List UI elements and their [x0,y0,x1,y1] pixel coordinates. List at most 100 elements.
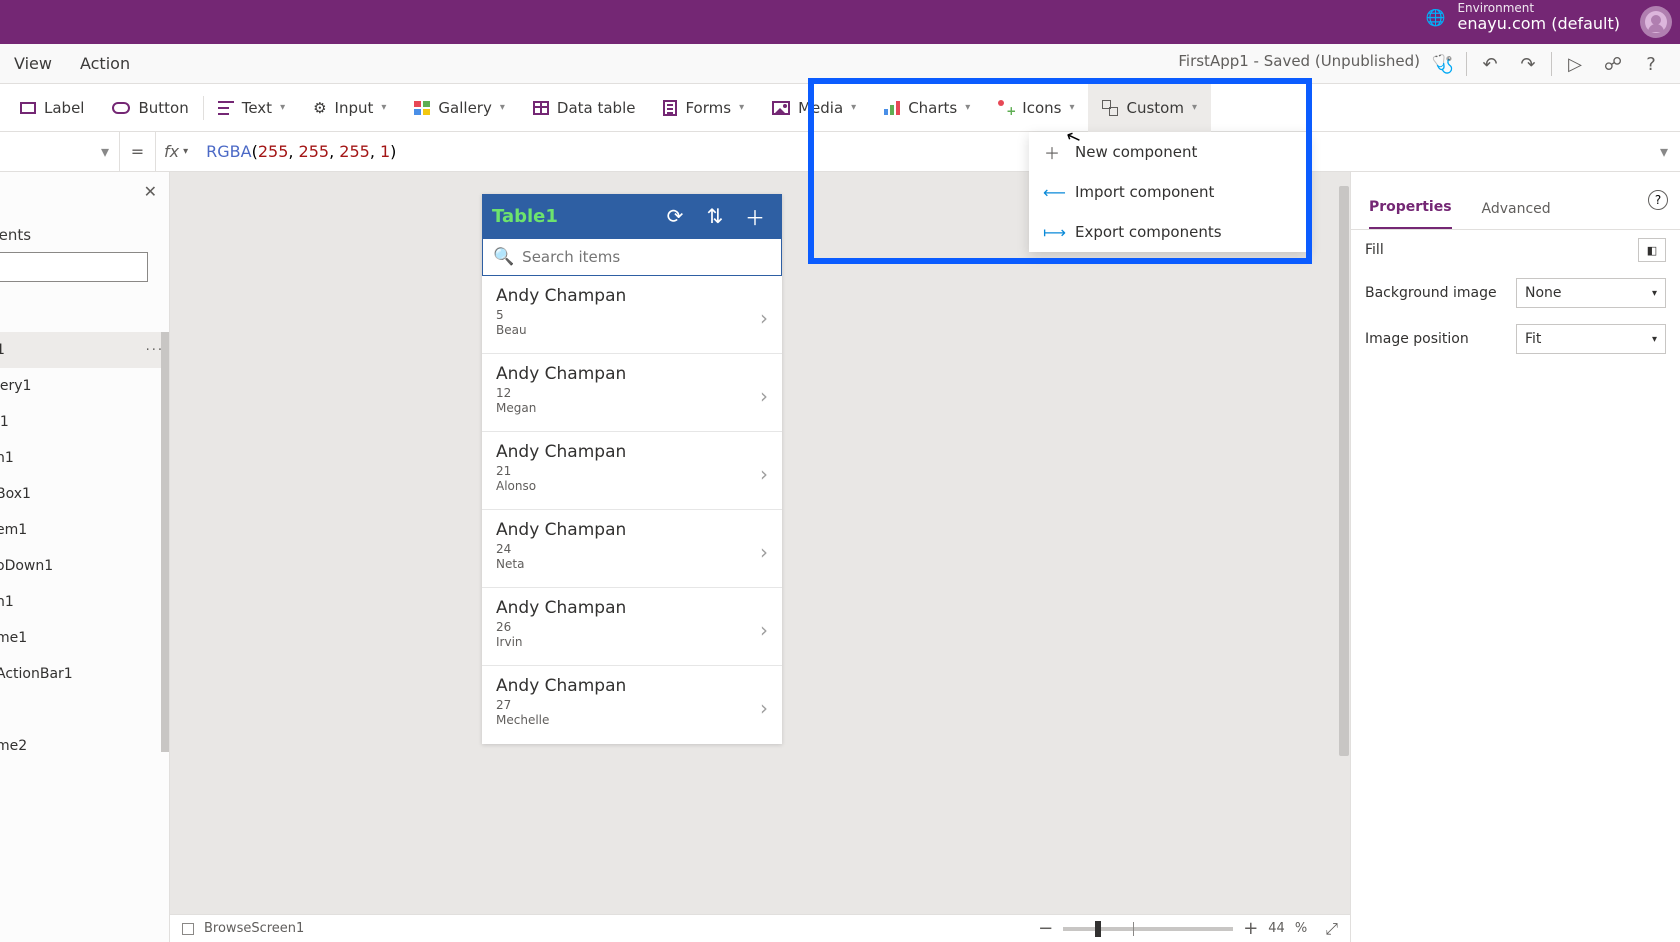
prop-imgpos-label: Image position [1365,331,1516,347]
export-icon: ⟼ [1043,223,1061,242]
tab-properties[interactable]: Properties [1369,199,1452,229]
item-name: Andy Champan [496,442,768,462]
undo-icon[interactable]: ↶ [1471,44,1509,84]
sort-icon[interactable]: ⇅ [698,204,732,228]
formula-input[interactable]: RGBA(255, 255, 255, 1) [196,142,396,161]
zoom-out-icon[interactable]: − [1038,918,1053,939]
search-input[interactable] [522,248,771,266]
tree-item[interactable]: n1 [0,440,170,476]
list-item[interactable]: Andy Champan27Mechelle› [482,666,782,744]
play-icon[interactable]: ▷ [1556,44,1594,84]
close-icon[interactable]: ✕ [144,182,157,201]
fill-color-swatch[interactable]: ◧ [1638,238,1666,262]
menu-import-component[interactable]: ⟵Import component [1029,172,1309,212]
chevron-right-icon: › [760,540,768,564]
menu-action[interactable]: Action [80,54,130,73]
gallery-icon [414,101,430,115]
tree-item[interactable]: Box1 [0,476,170,512]
fit-to-window-icon[interactable]: ⤢ [1325,919,1338,939]
canvas[interactable]: Table1 ⟳ ⇅ ＋ 🔍 Andy Champan5Beau›Andy Ch… [170,172,1350,942]
tree-item[interactable] [0,692,170,728]
zoom-slider[interactable] [1063,927,1233,931]
app-status: FirstApp1 - Saved (Unpublished) [1178,52,1420,70]
panel-heading: onents [0,226,31,244]
button-icon [112,102,130,114]
chevron-down-icon: ▾ [965,102,970,113]
insert-ribbon: Label Button Text▾ ⚙Input▾ Gallery▾ Data… [0,84,1680,132]
form-icon [663,100,677,116]
prop-fill-label: Fill [1365,242,1638,258]
tree-item[interactable]: lery1 [0,368,170,404]
plus-icon: ＋ [1043,140,1061,164]
text-icon [218,101,234,115]
ribbon-data-table[interactable]: Data table [519,84,650,132]
input-icon: ⚙ [313,99,326,117]
app-title-bar: 🌐 Environment enayu.com (default) [0,0,1680,44]
menu-export-components[interactable]: ⟼Export components [1029,212,1309,252]
tree-item[interactable]: l1 [0,404,170,440]
app-title: Table1 [492,206,652,227]
redo-icon[interactable]: ↷ [1509,44,1547,84]
item-sub2: Mechelle [496,713,768,727]
ribbon-label[interactable]: Label [6,84,98,132]
list-item[interactable]: Andy Champan24Neta› [482,510,782,588]
refresh-icon[interactable]: ⟳ [658,204,692,228]
add-icon[interactable]: ＋ [738,202,772,231]
item-sub2: Megan [496,401,768,415]
chevron-right-icon: › [760,618,768,642]
item-sub1: 24 [496,542,768,556]
tree-item[interactable]: me2 [0,728,170,764]
tab-advanced[interactable]: Advanced [1482,201,1551,229]
share-icon[interactable]: ☍ [1594,44,1632,84]
item-name: Andy Champan [496,598,768,618]
app-checker-icon[interactable]: 🩺 [1424,44,1462,84]
bgimage-dropdown[interactable]: None▾ [1516,278,1666,308]
equals-sign: = [120,132,156,171]
formula-expand-icon[interactable]: ▾ [1660,142,1668,161]
ribbon-text[interactable]: Text▾ [204,84,299,132]
panel-help-icon[interactable]: ? [1648,190,1668,210]
help-icon[interactable]: ? [1632,44,1670,84]
scrollbar-thumb[interactable] [161,332,169,752]
ribbon-input[interactable]: ⚙Input▾ [299,84,400,132]
screen-name: BrowseScreen1 [204,921,304,936]
environment-block: 🌐 Environment enayu.com (default) [1426,2,1620,33]
menu-view[interactable]: View [14,54,52,73]
app-header: Table1 ⟳ ⇅ ＋ [482,194,782,238]
tree-view-panel: ✕ onents 1···lery1l1n1Box1em1oDown1h1me1… [0,172,170,942]
imgpos-dropdown[interactable]: Fit▾ [1516,324,1666,354]
ribbon-button[interactable]: Button [98,84,202,132]
tree-item[interactable]: me1 [0,620,170,656]
item-sub2: Beau [496,323,768,337]
fx-button[interactable]: fx▾ [156,142,196,161]
media-icon [772,101,790,115]
tree-item[interactable]: ActionBar1 [0,656,170,692]
list-item[interactable]: Andy Champan26Irvin› [482,588,782,666]
separator [1551,52,1552,76]
canvas-scrollbar[interactable] [1338,172,1350,914]
color-picker-icon: ◧ [1647,244,1657,257]
zoom-in-icon[interactable]: + [1243,918,1258,939]
list-item[interactable]: Andy Champan12Megan› [482,354,782,432]
tree-item[interactable]: 1··· [0,332,170,368]
list-item[interactable]: Andy Champan21Alonso› [482,432,782,510]
item-sub2: Neta [496,557,768,571]
status-bar: BrowseScreen1 − + 44 % ⤢ [170,914,1350,942]
chevron-right-icon: › [760,462,768,486]
ribbon-charts[interactable]: Charts▾ [870,84,984,132]
tree-item[interactable]: em1 [0,512,170,548]
ribbon-custom[interactable]: Custom▾ [1088,84,1211,132]
property-selector[interactable]: ▾ [0,132,120,171]
tree-item[interactable]: h1 [0,584,170,620]
user-avatar[interactable] [1640,6,1672,38]
tree-search-input[interactable] [0,252,148,282]
ribbon-forms[interactable]: Forms▾ [649,84,758,132]
tree-item[interactable]: oDown1 [0,548,170,584]
ribbon-media[interactable]: Media▾ [758,84,870,132]
menu-new-component[interactable]: ＋New component [1029,132,1309,172]
menu-bar: View Action FirstApp1 - Saved (Unpublish… [0,44,1680,84]
list-item[interactable]: Andy Champan5Beau› [482,276,782,354]
ribbon-icons[interactable]: Icons▾ [984,84,1088,132]
ribbon-gallery[interactable]: Gallery▾ [400,84,518,132]
chevron-down-icon: ▾ [280,102,285,113]
